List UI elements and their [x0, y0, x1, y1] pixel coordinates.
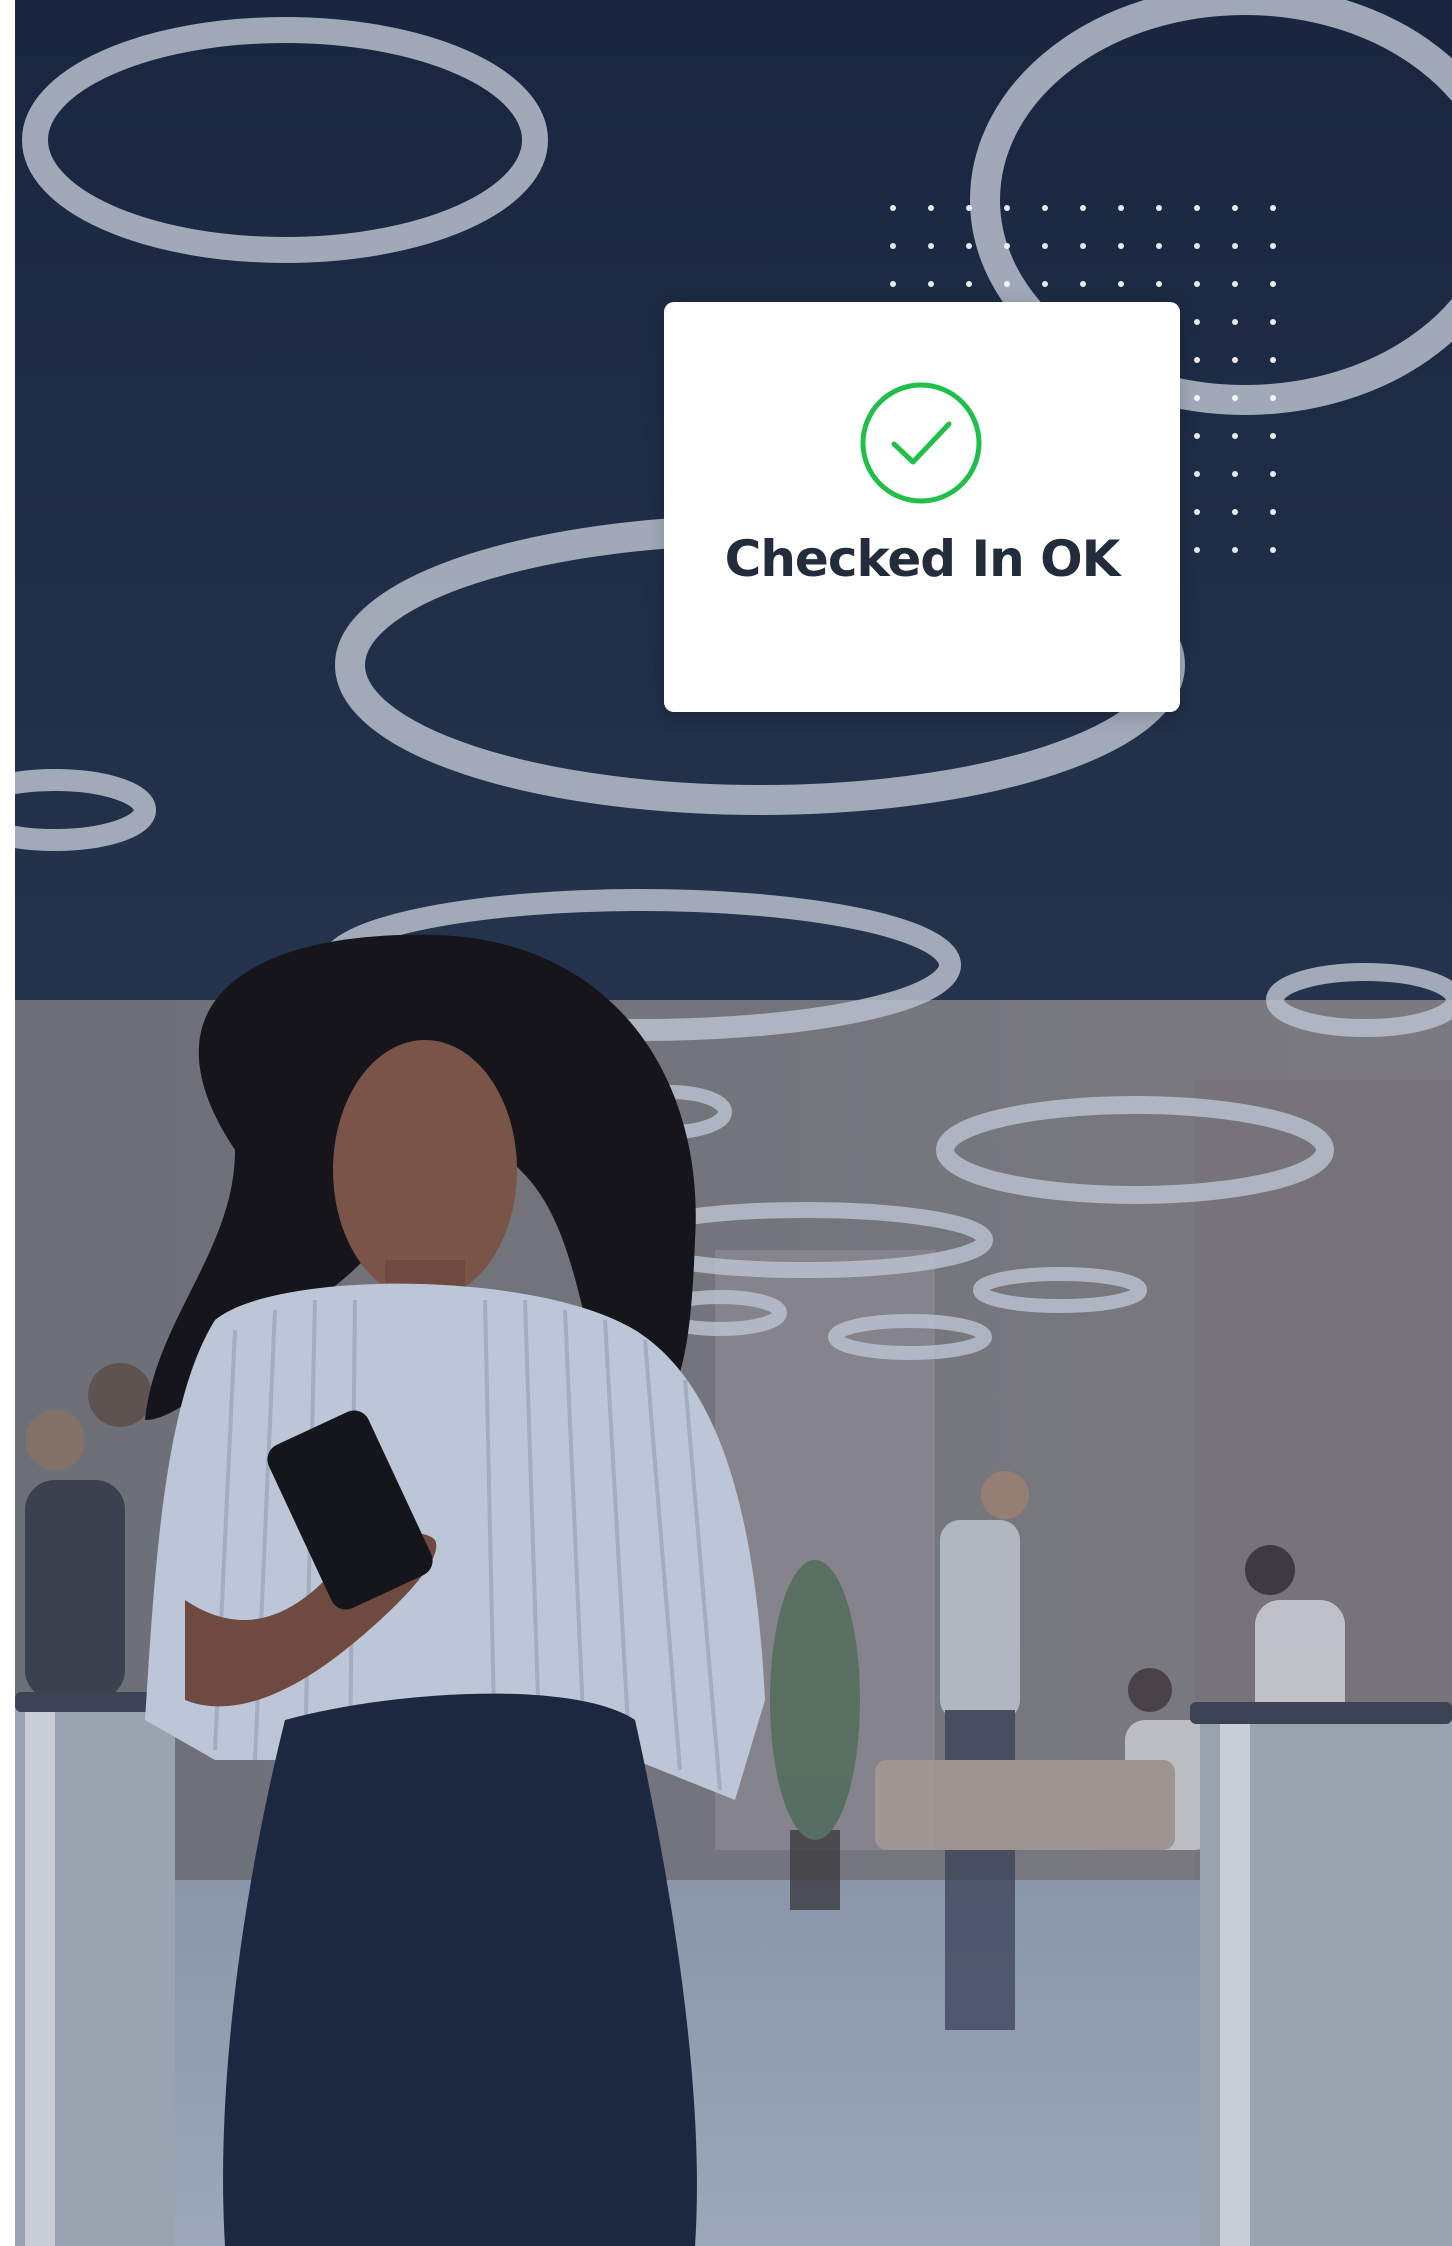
checked-in-status-card: Checked In OK — [664, 302, 1180, 712]
check-in-status-text: Checked In OK — [724, 530, 1121, 588]
check-circle-icon — [858, 380, 984, 506]
